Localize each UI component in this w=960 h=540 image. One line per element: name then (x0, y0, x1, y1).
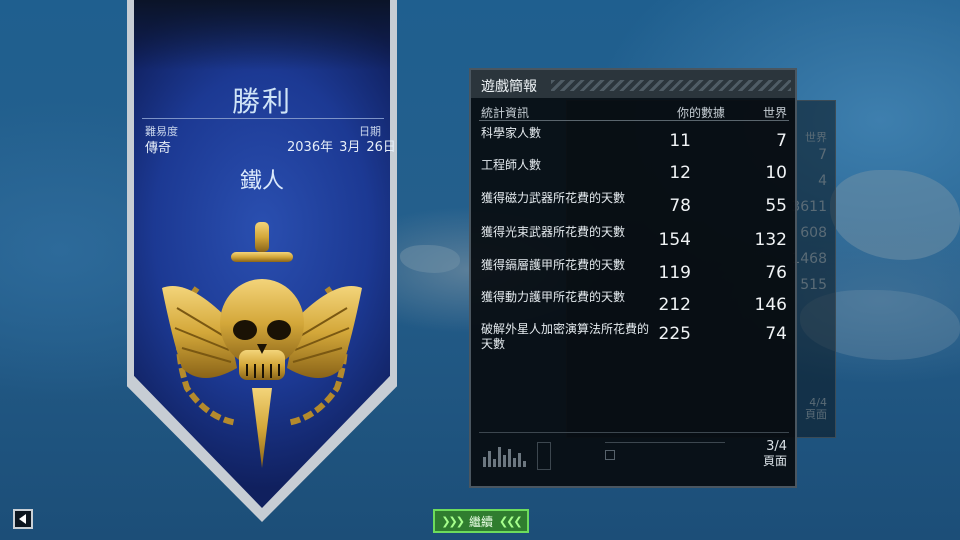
stat-mine: 12 (669, 163, 691, 183)
panel-title: 遊戲簡報 (481, 79, 537, 95)
stat-mine: 119 (658, 263, 691, 283)
back-panel-page-indicator: 4/4 頁面 (805, 397, 827, 421)
page-label: 頁面 (762, 454, 787, 468)
table-row: 獲得光束武器所花費的天數 154 132 (471, 225, 795, 255)
col-header-stat: 統計資訊 (481, 106, 530, 120)
stat-mine: 225 (658, 324, 691, 344)
stat-mine: 78 (669, 196, 691, 216)
continue-label: 繼續 (468, 514, 493, 529)
panel-header: 遊戲簡報 (471, 70, 795, 98)
back-panel-col-world: 世界 (805, 131, 827, 144)
stat-label: 破解外星人加密演算法所花費的天數 (481, 322, 650, 351)
table-row: 科學家人數 11 7 (471, 126, 795, 156)
table-row: 破解外星人加密演算法所花費的天數 225 74 (471, 322, 795, 358)
deco-line (605, 442, 725, 443)
continue-button[interactable]: ❯❯❯ 繼續 ❮❮❮ (433, 509, 529, 533)
stat-mine: 212 (658, 295, 691, 315)
col-header-world: 世界 (762, 106, 787, 120)
game-report-panel: 遊戲簡報 統計資訊 你的數據 世界 科學家人數 11 7 工程師人數 12 10… (469, 68, 797, 488)
stat-label: 科學家人數 (481, 126, 542, 140)
victory-title: 勝利 (231, 85, 292, 118)
back-button[interactable] (13, 509, 33, 529)
stat-world: 55 (765, 196, 787, 216)
col-header-mine: 你的數據 (677, 106, 726, 120)
date-year: 2036年 (287, 140, 334, 155)
winged-skull-dagger-emblem-icon (162, 222, 362, 468)
deco-box (537, 442, 551, 470)
chevron-right-icon: ❯❯❯ (441, 514, 465, 528)
table-row: 獲得動力護甲所花費的天數 212 146 (471, 290, 795, 320)
back-panel-value: 7 (818, 147, 827, 163)
table-row: 獲得鎘層護甲所花費的天數 119 76 (471, 258, 795, 288)
map-landmass (830, 170, 960, 260)
table-row: 工程師人數 12 10 (471, 158, 795, 188)
chevron-left-icon: ❮❮❮ (499, 514, 523, 528)
date-day: 26日 (366, 140, 396, 155)
header-stripes (551, 80, 791, 91)
difficulty-value: 傳奇 (145, 141, 172, 156)
stat-world: 74 (765, 324, 787, 344)
achievement-title: 鐵人 (239, 169, 284, 194)
stat-mine: 11 (669, 131, 691, 151)
stat-label: 獲得鎘層護甲所花費的天數 (481, 258, 626, 272)
back-panel-value: 608 (800, 225, 827, 241)
banner-top-shade (134, 0, 390, 70)
page-indicator: 3/4 頁面 (762, 439, 787, 469)
page-number: 3/4 (766, 439, 787, 454)
back-panel-value: 4 (818, 173, 827, 189)
stat-label: 工程師人數 (481, 158, 542, 172)
stat-world: 132 (754, 230, 787, 250)
title-divider (142, 118, 384, 119)
table-row: 獲得磁力武器所花費的天數 78 55 (471, 191, 795, 221)
footer-divider (479, 432, 789, 433)
stat-world: 76 (765, 263, 787, 283)
map-landmass (400, 245, 460, 273)
header-divider (479, 120, 789, 121)
back-panel-page-label: 頁面 (805, 408, 827, 421)
date-month: 3月 (339, 140, 361, 155)
bar-graph-icon (483, 445, 527, 467)
date-value: 2036年 3月 26日 (287, 136, 396, 155)
stat-label: 獲得動力護甲所花費的天數 (481, 290, 626, 304)
stat-world: 146 (754, 295, 787, 315)
stat-world: 10 (765, 163, 787, 183)
stat-label: 獲得磁力武器所花費的天數 (481, 191, 626, 205)
barcode-icon (605, 450, 615, 460)
stat-world: 7 (776, 131, 787, 151)
stat-label: 獲得光束武器所花費的天數 (481, 225, 626, 239)
back-panel-value: 515 (800, 277, 827, 293)
stat-mine: 154 (658, 230, 691, 250)
